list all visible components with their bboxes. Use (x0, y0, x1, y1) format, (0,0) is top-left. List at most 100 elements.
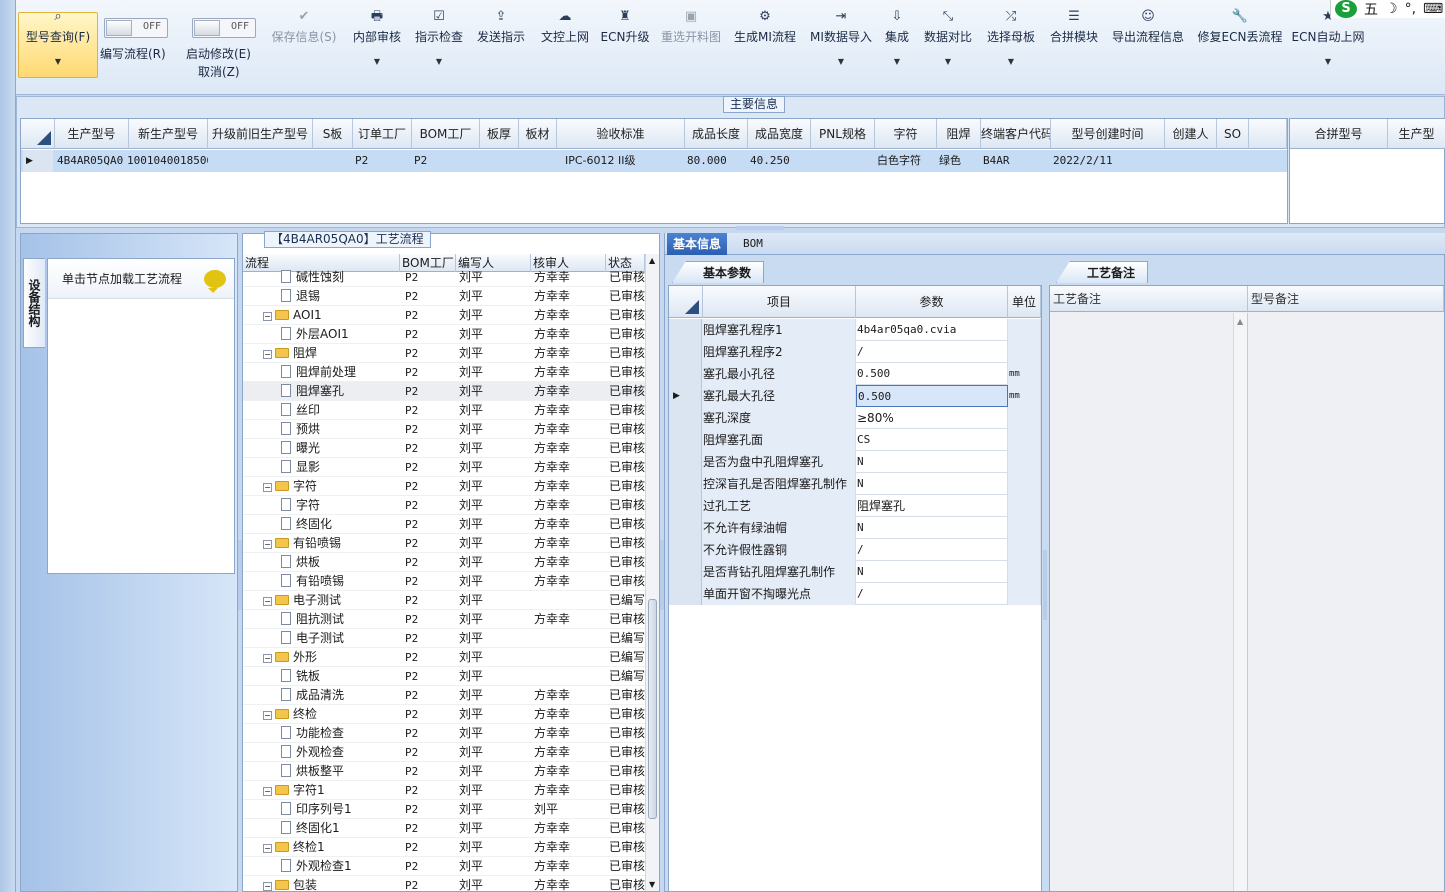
tree-row[interactable]: − 字符1 P2 刘平 方幸幸 已审核 (243, 781, 645, 800)
param-row[interactable]: 阻焊塞孔程序2/ (669, 341, 1041, 363)
param-row[interactable]: 塞孔深度 ≥80% (669, 407, 1041, 429)
main-col-header[interactable]: 升级前旧生产型号 (208, 119, 313, 149)
tree-row[interactable]: 预烘 P2 刘平 方幸幸 已审核 (243, 420, 645, 439)
tree-row[interactable]: 碱性蚀刻 P2 刘平 方幸幸 已审核 (243, 268, 645, 287)
tree-node[interactable]: 外观检查 (281, 743, 400, 762)
tree-row[interactable]: 有铅喷锡 P2 刘平 方幸幸 已审核 (243, 572, 645, 591)
collapse-icon[interactable]: − (263, 312, 272, 321)
param-value[interactable]: 阻焊塞孔 (856, 495, 1008, 517)
tree-node[interactable]: − 包装 (263, 876, 400, 892)
main-col-header[interactable]: PNL规格 (811, 119, 875, 149)
tree-node[interactable]: 功能检查 (281, 724, 400, 743)
main-col-header[interactable]: 板厚 (480, 119, 519, 149)
scroll-thumb[interactable] (648, 599, 657, 819)
tree-node[interactable]: 外观检查1 (281, 857, 400, 876)
main-cell[interactable]: 2022/2/11 (1051, 150, 1169, 172)
toolbar-button-cloud[interactable]: ☁ 文控上网 (540, 8, 590, 78)
tree-node[interactable]: 碱性蚀刻 (281, 268, 400, 287)
tree-row[interactable]: − AOI1 P2 刘平 方幸幸 已审核 (243, 306, 645, 325)
device-structure-tab[interactable]: 设备结构 (23, 258, 45, 348)
tree-row[interactable]: 铣板 P2 刘平 已编写 (243, 667, 645, 686)
main-col-header[interactable]: 新生产型号 (129, 119, 208, 149)
tree-row[interactable]: 显影 P2 刘平 方幸幸 已审核 (243, 458, 645, 477)
cancel-button[interactable]: 取消(Z) (198, 63, 240, 80)
collapse-icon[interactable]: − (263, 844, 272, 853)
tree-node[interactable]: − 阻焊 (263, 344, 400, 363)
tree-node[interactable]: 字符 (281, 496, 400, 515)
chevron-down-icon[interactable]: ▼ (1325, 57, 1331, 66)
collapse-icon[interactable]: − (263, 654, 272, 663)
tree-row[interactable]: 字符 P2 刘平 方幸幸 已审核 (243, 496, 645, 515)
toolbar-button-check[interactable]: ✔ 保存信息(S) (270, 8, 338, 78)
tree-row[interactable]: 成品清洗 P2 刘平 方幸幸 已审核 (243, 686, 645, 705)
tree-node[interactable]: − 电子测试 (263, 591, 400, 610)
tree-node[interactable]: − AOI1 (263, 306, 400, 325)
tree-row[interactable]: 烘板整平 P2 刘平 方幸幸 已审核 (243, 762, 645, 781)
tree-node[interactable]: 终固化 (281, 515, 400, 534)
param-row[interactable]: 阻焊塞孔面 CS (669, 429, 1041, 451)
toolbar-button-import[interactable]: ⇥ MI数据导入 ▼ (809, 8, 873, 78)
collapse-icon[interactable]: − (263, 597, 272, 606)
param-value[interactable]: N (856, 561, 1008, 583)
main-col-header[interactable]: 订单工厂 (353, 119, 412, 149)
param-row[interactable]: 是否为盘中孔阻焊塞孔 N (669, 451, 1041, 473)
main-col-header[interactable]: BOM工厂 (412, 119, 480, 149)
model-remark-textarea[interactable] (1249, 313, 1444, 891)
tree-node[interactable]: − 字符1 (263, 781, 400, 800)
param-row[interactable]: 阻焊塞孔程序1 4b4ar05qa0.cvia (669, 319, 1041, 341)
collapse-icon[interactable]: − (263, 711, 272, 720)
param-row[interactable]: 单面开窗不掏曝光点 / (669, 583, 1041, 605)
main-col-header[interactable]: 板材 (519, 119, 557, 149)
tree-node[interactable]: − 字符 (263, 477, 400, 496)
tree-node[interactable]: 有铅喷锡 (281, 572, 400, 591)
chevron-down-icon[interactable]: ▼ (436, 57, 442, 66)
tree-node[interactable]: 电子测试 (281, 629, 400, 648)
param-row[interactable]: 不允许有绿油帽 N (669, 517, 1041, 539)
tree-row[interactable]: 阻焊前处理 P2 刘平 方幸幸 已审核 (243, 363, 645, 382)
param-value[interactable]: N (856, 451, 1008, 473)
tree-row[interactable]: − 终检1 P2 刘平 方幸幸 已审核 (243, 838, 645, 857)
collapse-icon[interactable]: − (263, 483, 272, 492)
collapse-icon[interactable]: − (263, 540, 272, 549)
toolbar-button-checkbox[interactable]: ☑ 指示检查 ▼ (415, 8, 463, 78)
param-row[interactable]: ▶ 塞孔最大孔径 0.500 mm (669, 385, 1041, 407)
tree-node[interactable]: 曝光 (281, 439, 400, 458)
main-col-header[interactable]: 型号创建时间 (1051, 119, 1165, 149)
chevron-down-icon[interactable]: ▼ (894, 57, 900, 66)
main-col-header[interactable]: 验收标准 (557, 119, 685, 149)
main-col-header[interactable]: 阻焊 (937, 119, 981, 149)
main-cell[interactable]: 10010400185067 (125, 150, 208, 172)
tree-row[interactable]: 电子测试 P2 刘平 已编写 (243, 629, 645, 648)
tree-row[interactable]: − 终检 P2 刘平 方幸幸 已审核 (243, 705, 645, 724)
tree-node[interactable]: 铣板 (281, 667, 400, 686)
chevron-down-icon[interactable]: ▼ (55, 57, 61, 66)
main-cell[interactable]: IPC-6012 II级 (557, 150, 689, 172)
start-modify-toggle[interactable]: OFF (192, 18, 256, 38)
tree-row[interactable]: 退锡 P2 刘平 方幸幸 已审核 (243, 287, 645, 306)
tree-row[interactable]: − 有铅喷锡 P2 刘平 方幸幸 已审核 (243, 534, 645, 553)
param-row[interactable]: 不允许假性露铜 / (669, 539, 1041, 561)
tree-node[interactable]: 烘板 (281, 553, 400, 572)
chevron-down-icon[interactable]: ▼ (374, 57, 380, 66)
toolbar-button-star[interactable]: ★ ECN自动上网 ▼ (1292, 8, 1365, 78)
main-col-header[interactable]: 终端客户代码 (981, 119, 1051, 149)
main-cell[interactable]: 40.250 (748, 150, 815, 172)
toolbar-button-smile[interactable]: ☺ 导出流程信息 (1112, 8, 1184, 78)
param-row[interactable]: 塞孔最小孔径 0.500 mm (669, 363, 1041, 385)
tree-row[interactable]: − 电子测试 P2 刘平 已编写 (243, 591, 645, 610)
toolbar-button-wrench[interactable]: 🔧 修复ECN丢流程 (1198, 8, 1283, 78)
collapse-icon[interactable]: − (263, 882, 272, 891)
process-tree-scrollbar[interactable]: ▲ ▼ (645, 254, 659, 891)
vertical-splitter-right[interactable] (1043, 550, 1047, 620)
param-row[interactable]: 过孔工艺 阻焊塞孔 (669, 495, 1041, 517)
tree-row[interactable]: − 包装 P2 刘平 方幸幸 已审核 (243, 876, 645, 892)
main-cell[interactable]: 白色字符 (875, 150, 941, 172)
horizontal-splitter-handle[interactable] (736, 226, 784, 230)
param-value[interactable]: / (856, 583, 1008, 605)
scroll-up-icon[interactable]: ▲ (649, 256, 655, 265)
toolbar-button-image[interactable]: ▣ 重选开料图 (660, 8, 722, 78)
tree-node[interactable]: 丝印 (281, 401, 400, 420)
param-value[interactable]: 0.500 (856, 385, 1008, 407)
tree-row[interactable]: 外层AOI1 P2 刘平 方幸幸 已审核 (243, 325, 645, 344)
tree-node[interactable]: 阻抗测试 (281, 610, 400, 629)
